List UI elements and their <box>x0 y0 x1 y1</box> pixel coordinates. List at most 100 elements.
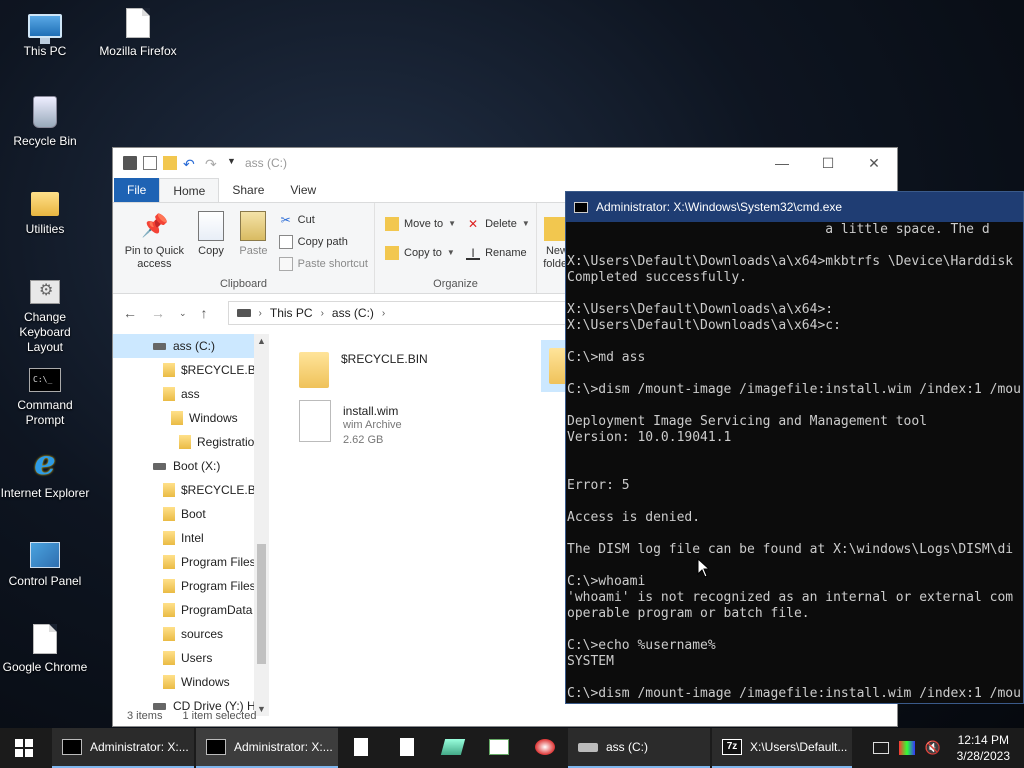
computer-icon <box>28 14 62 44</box>
network-tool-icon <box>535 739 555 755</box>
properties-icon[interactable] <box>143 156 157 170</box>
paste-shortcut-button[interactable]: Paste shortcut <box>278 255 368 272</box>
tab-file[interactable]: File <box>114 178 160 202</box>
console-output[interactable]: a little space. The d X:\Users\Default\D… <box>566 222 1023 702</box>
network-icon[interactable] <box>872 742 889 754</box>
nav-item[interactable]: $RECYCLE.BIN <box>113 358 268 382</box>
address-bar[interactable]: › This PC › ass (C:) › <box>227 301 588 325</box>
customize-toolbar-icon[interactable]: ▼ <box>227 156 237 170</box>
drive-icon <box>153 342 166 350</box>
taskbar-pinned-app[interactable] <box>338 728 384 768</box>
taskbar: Administrator: X:... Administrator: X:..… <box>0 728 1024 768</box>
nav-item[interactable]: Program Files <box>113 550 268 574</box>
desktop-icon-firefox[interactable]: Mozilla Firefox <box>93 8 183 59</box>
scrollbar-thumb[interactable] <box>257 544 266 664</box>
nav-item[interactable]: Windows <box>113 406 268 430</box>
file-item[interactable]: install.wim wim Archive 2.62 GB <box>299 400 402 448</box>
nav-item[interactable]: ass <box>113 382 268 406</box>
console-line: X:\Users\Default\Downloads\a\x64>: <box>567 302 834 317</box>
delete-button[interactable]: ✕ Delete ▼ <box>466 215 530 232</box>
tab-view[interactable]: View <box>277 178 329 202</box>
console-line: Version: 10.0.19041.1 <box>567 430 732 445</box>
breadcrumb-current[interactable]: ass (C:) <box>332 306 374 320</box>
taskbar-pinned-app[interactable] <box>522 728 568 768</box>
nav-item[interactable]: Registration <box>113 430 268 454</box>
taskbar-item-explorer[interactable]: ass (C:) <box>568 728 710 768</box>
copy-to-button[interactable]: Copy to ▼ <box>385 244 456 261</box>
cmd-title-bar[interactable]: Administrator: X:\Windows\System32\cmd.e… <box>566 192 1023 222</box>
desktop-icon-label: Change Keyboard Layout <box>19 310 71 354</box>
cut-button[interactable]: ✂ Cut <box>279 211 368 228</box>
nav-item[interactable]: Windows <box>113 670 268 694</box>
nav-item[interactable]: Program Files (x86) <box>113 574 268 598</box>
desktop-icon-label: Utilities <box>25 222 65 236</box>
taskbar-item-cmd-2[interactable]: Administrator: X:... <box>196 728 338 768</box>
copy-path-button[interactable]: Copy path <box>278 233 368 250</box>
desktop-icon-command-prompt[interactable]: Command Prompt <box>0 360 90 428</box>
redo-icon[interactable]: ↷ <box>205 156 221 172</box>
folder-icon <box>163 531 175 545</box>
desktop-icon-internet-explorer[interactable]: e Internet Explorer <box>0 446 90 501</box>
nav-item[interactable]: Users <box>113 646 268 670</box>
clock[interactable]: 12:14 PM 3/28/2023 <box>957 732 1010 764</box>
file-icon <box>299 400 331 442</box>
nav-scrollbar[interactable]: ▲ ▼ <box>254 334 269 716</box>
folder-icon <box>163 627 175 641</box>
recycle-bin-icon <box>33 96 57 128</box>
new-folder-icon[interactable] <box>163 156 177 170</box>
nav-item[interactable]: Boot <box>113 502 268 526</box>
nav-item[interactable]: Intel <box>113 526 268 550</box>
desktop-icon-this-pc[interactable]: This PC <box>0 8 90 59</box>
volume-muted-icon[interactable]: 🔇 <box>925 741 941 755</box>
taskbar-pinned-app[interactable] <box>430 728 476 768</box>
desktop-icon-change-keyboard[interactable]: Change Keyboard Layout <box>0 272 90 355</box>
status-bar: 3 items 1 item selected <box>127 706 256 726</box>
scroll-up-icon[interactable]: ▲ <box>254 336 269 346</box>
file-item[interactable]: $RECYCLE.BIN <box>299 348 428 388</box>
desktop-icon-recycle-bin[interactable]: Recycle Bin <box>0 96 90 149</box>
close-button[interactable]: ✕ <box>851 148 897 178</box>
forward-button[interactable]: → <box>151 305 165 321</box>
desktop-icon-label: This PC <box>23 44 67 58</box>
undo-icon[interactable]: ↶ <box>183 156 199 172</box>
back-button[interactable]: ← <box>123 305 137 321</box>
taskbar-item-7zip[interactable]: 7z X:\Users\Default... <box>712 728 852 768</box>
up-button[interactable]: ↑ <box>201 305 208 321</box>
breadcrumb-this-pc[interactable]: This PC <box>270 306 313 320</box>
nav-item[interactable]: $RECYCLE.BIN <box>113 478 268 502</box>
folder-icon <box>171 411 183 425</box>
internet-explorer-icon: e <box>34 443 56 483</box>
command-prompt-icon <box>29 368 61 392</box>
7zip-icon: 7z <box>722 739 742 755</box>
folder-icon <box>163 651 175 665</box>
nav-item[interactable]: sources <box>113 622 268 646</box>
taskbar-item-cmd-1[interactable]: Administrator: X:... <box>52 728 194 768</box>
taskbar-pinned-app[interactable] <box>476 728 522 768</box>
console-line: Completed successfully. <box>567 270 748 285</box>
minimize-button[interactable]: — <box>759 148 805 178</box>
command-prompt-icon <box>206 739 226 755</box>
rename-button[interactable]: I Rename <box>466 244 530 261</box>
nav-item[interactable]: Boot (X:) <box>113 454 268 478</box>
display-color-icon[interactable] <box>898 741 915 755</box>
shortcut-icon <box>278 256 293 271</box>
command-prompt-window[interactable]: Administrator: X:\Windows\System32\cmd.e… <box>565 191 1024 704</box>
organize-group: Move to ▼ Copy to ▼ ✕ Delete ▼ I Rename <box>375 203 537 293</box>
explorer-title-bar[interactable]: ↶ ↷ ▼ ass (C:) — ☐ ✕ <box>113 148 897 178</box>
desktop-icon-google-chrome[interactable]: Google Chrome <box>0 624 90 675</box>
drive-icon <box>123 156 137 170</box>
nav-item[interactable]: ass (C:) <box>113 334 268 358</box>
tab-home[interactable]: Home <box>159 178 220 202</box>
document-icon <box>354 738 368 756</box>
start-button[interactable] <box>0 728 48 768</box>
maximize-button[interactable]: ☐ <box>805 148 851 178</box>
desktop-icon-control-panel[interactable]: Control Panel <box>0 536 90 589</box>
move-to-button[interactable]: Move to ▼ <box>385 215 456 232</box>
desktop-icon-utilities[interactable]: Utilities <box>0 184 90 237</box>
taskbar-pinned-app[interactable] <box>384 728 430 768</box>
recent-locations-button[interactable]: ⌄ <box>179 308 187 319</box>
nav-item[interactable]: ProgramData <box>113 598 268 622</box>
tab-share[interactable]: Share <box>219 178 277 202</box>
